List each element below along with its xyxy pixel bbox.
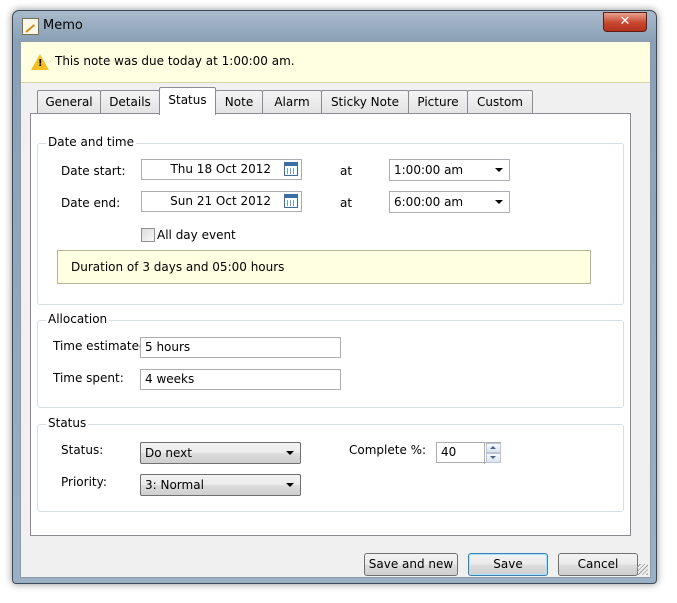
cancel-button[interactable]: Cancel [558,553,638,576]
time-estimated-input[interactable]: 5 hours [140,337,341,358]
date-start-field[interactable]: Thu 18 Oct 2012 [141,159,302,180]
end-at-label: at [340,196,353,210]
status-value: Do next [145,446,192,460]
complete-spin-buttons[interactable] [484,443,501,464]
allocation-group-label: Allocation [46,312,110,326]
tab-general[interactable]: General [37,90,101,113]
chevron-down-icon [495,200,503,204]
status-label: Status: [61,443,104,457]
time-estimated-label: Time estimated: [53,339,151,353]
due-info-bar: ! This note was due today at 1:00:00 am. [21,42,650,83]
calendar-icon[interactable] [284,194,298,208]
date-start-value: Thu 18 Oct 2012 [170,162,271,176]
save-button[interactable]: Save [468,553,548,576]
priority-value: 3: Normal [145,478,204,492]
end-time-value: 6:00:00 am [394,195,464,209]
tab-note[interactable]: Note [215,90,263,113]
tab-sticky-note[interactable]: Sticky Note [321,90,409,113]
start-time-dropdown[interactable]: 1:00:00 am [389,159,510,181]
complete-label: Complete %: [349,443,427,457]
date-end-label: Date end: [61,196,121,210]
spin-up-icon[interactable] [486,443,501,453]
duration-display: Duration of 3 days and 05:00 hours [57,250,591,284]
chevron-down-icon [495,168,503,172]
memo-window: Memo ✕ ! This note was due today at 1:00… [12,10,657,584]
allocation-group: Allocation Time estimated: 5 hours Time … [37,312,624,408]
tab-details[interactable]: Details [100,90,160,113]
tab-alarm[interactable]: Alarm [262,90,322,113]
memo-app-icon [22,18,39,35]
date-end-field[interactable]: Sun 21 Oct 2012 [141,191,302,212]
date-start-label: Date start: [61,164,126,178]
status-tab-panel: Date and time Date start: Thu 18 Oct 201… [30,113,631,536]
tab-custom[interactable]: Custom [467,90,533,113]
time-spent-input[interactable]: 4 weeks [140,369,341,390]
save-and-new-button[interactable]: Save and new [364,553,458,576]
start-time-value: 1:00:00 am [394,163,464,177]
dialog-client: ! This note was due today at 1:00:00 am.… [20,41,651,578]
date-time-group: Date and time Date start: Thu 18 Oct 201… [37,135,624,305]
complete-value: 40 [441,445,457,459]
time-spent-label: Time spent: [53,371,124,385]
warning-icon: ! [31,54,49,70]
status-group: Status Status: Do next Complete %: 40 Pr… [37,416,624,512]
priority-dropdown[interactable]: 3: Normal [140,474,301,496]
tab-picture[interactable]: Picture [408,90,468,113]
all-day-label: All day event [157,228,236,242]
window-title: Memo [43,18,83,33]
date-end-value: Sun 21 Oct 2012 [170,194,271,208]
chevron-down-icon [286,483,294,487]
spin-down-icon[interactable] [486,453,501,463]
resize-grip-icon[interactable] [637,564,648,575]
tab-status[interactable]: Status [159,87,216,115]
status-dropdown[interactable]: Do next [140,442,301,464]
complete-spinbox[interactable]: 40 [436,442,501,464]
title-bar[interactable]: Memo ✕ [13,11,656,41]
start-at-label: at [340,164,353,178]
date-time-group-label: Date and time [46,135,136,149]
calendar-icon[interactable] [284,162,298,176]
due-message: This note was due today at 1:00:00 am. [55,54,295,68]
end-time-dropdown[interactable]: 6:00:00 am [389,191,510,213]
status-group-label: Status [46,416,89,430]
chevron-down-icon [286,451,294,455]
priority-label: Priority: [61,475,107,489]
close-button[interactable]: ✕ [603,12,647,32]
all-day-checkbox[interactable] [141,228,155,242]
